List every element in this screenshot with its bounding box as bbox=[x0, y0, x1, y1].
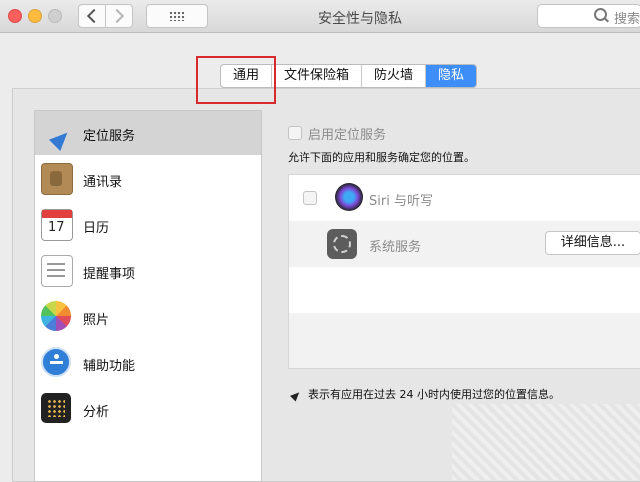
sidebar-item-label: 日历 bbox=[83, 221, 110, 236]
sidebar-item-label: 通讯录 bbox=[83, 175, 123, 190]
enable-location-services-label: 启用定位服务 bbox=[308, 128, 387, 143]
accessibility-icon bbox=[41, 347, 71, 377]
photos-icon bbox=[41, 301, 71, 331]
sidebar-item-label: 分析 bbox=[83, 405, 110, 420]
details-button[interactable]: 详细信息... bbox=[545, 231, 640, 255]
zoom-window-button[interactable] bbox=[48, 9, 62, 23]
sidebar-item-label: 定位服务 bbox=[83, 129, 136, 144]
close-window-button[interactable] bbox=[8, 9, 22, 23]
sidebar-item-reminders[interactable]: 提醒事项 bbox=[35, 249, 261, 293]
forward-button[interactable] bbox=[105, 4, 133, 28]
highlight-annotation-box bbox=[196, 56, 276, 104]
tab-firewall[interactable]: 防火墙 bbox=[362, 65, 427, 87]
show-all-button[interactable] bbox=[146, 4, 208, 28]
chevron-right-icon bbox=[109, 8, 125, 24]
watermark bbox=[452, 404, 640, 480]
app-row-system-services: 系统服务 详细信息... bbox=[289, 221, 640, 267]
back-button[interactable] bbox=[78, 4, 106, 28]
minimize-window-button[interactable] bbox=[28, 9, 42, 23]
privacy-sidebar: 定位服务 通讯录 17 日历 提醒事项 照片 辅助功能 分析 bbox=[34, 110, 262, 482]
sidebar-item-label: 提醒事项 bbox=[83, 267, 136, 282]
app-name: 系统服务 bbox=[369, 240, 422, 255]
tab-filevault[interactable]: 文件保险箱 bbox=[272, 65, 363, 87]
sidebar-item-photos[interactable]: 照片 bbox=[35, 295, 261, 339]
sidebar-item-label: 辅助功能 bbox=[83, 359, 136, 374]
location-arrow-icon bbox=[41, 117, 74, 152]
system-services-gear-icon bbox=[327, 229, 357, 259]
search-placeholder: 搜索 bbox=[614, 12, 640, 27]
sidebar-item-location-services[interactable]: 定位服务 bbox=[35, 111, 261, 155]
location-arrow-icon bbox=[289, 388, 303, 402]
sidebar-item-label: 照片 bbox=[83, 313, 110, 328]
calendar-icon: 17 bbox=[41, 209, 73, 241]
tab-privacy[interactable]: 隐私 bbox=[426, 65, 477, 87]
recent-use-note: 表示有应用在过去 24 小时内使用过您的位置信息。 bbox=[289, 386, 560, 402]
window-title: 安全性与隐私 bbox=[318, 11, 402, 27]
app-name: Siri 与听写 bbox=[369, 194, 433, 209]
siri-checkbox[interactable] bbox=[303, 191, 317, 205]
sidebar-item-analytics[interactable]: 分析 bbox=[35, 387, 261, 431]
search-field[interactable]: 搜索 bbox=[537, 4, 640, 28]
sidebar-item-accessibility[interactable]: 辅助功能 bbox=[35, 341, 261, 385]
enable-location-services-checkbox[interactable] bbox=[288, 126, 302, 140]
title-bar: 安全性与隐私 搜索 bbox=[0, 0, 640, 33]
recent-use-note-text: 表示有应用在过去 24 小时内使用过您的位置信息。 bbox=[308, 388, 560, 401]
analytics-icon bbox=[41, 393, 71, 423]
location-apps-list: Siri 与听写 系统服务 详细信息... bbox=[288, 174, 640, 369]
reminders-icon bbox=[41, 255, 73, 287]
location-description: 允许下面的应用和服务确定您的位置。 bbox=[288, 151, 475, 164]
sidebar-item-calendar[interactable]: 17 日历 bbox=[35, 203, 261, 247]
contacts-book-icon bbox=[41, 163, 73, 195]
chevron-left-icon bbox=[86, 8, 102, 24]
search-icon bbox=[594, 8, 607, 21]
app-row-siri: Siri 与听写 bbox=[289, 175, 640, 221]
calendar-day: 17 bbox=[48, 220, 65, 235]
sidebar-item-contacts[interactable]: 通讯录 bbox=[35, 157, 261, 201]
app-row-empty bbox=[289, 313, 640, 368]
siri-icon bbox=[335, 183, 363, 211]
grid-icon bbox=[169, 11, 185, 21]
app-row-empty bbox=[289, 267, 640, 313]
